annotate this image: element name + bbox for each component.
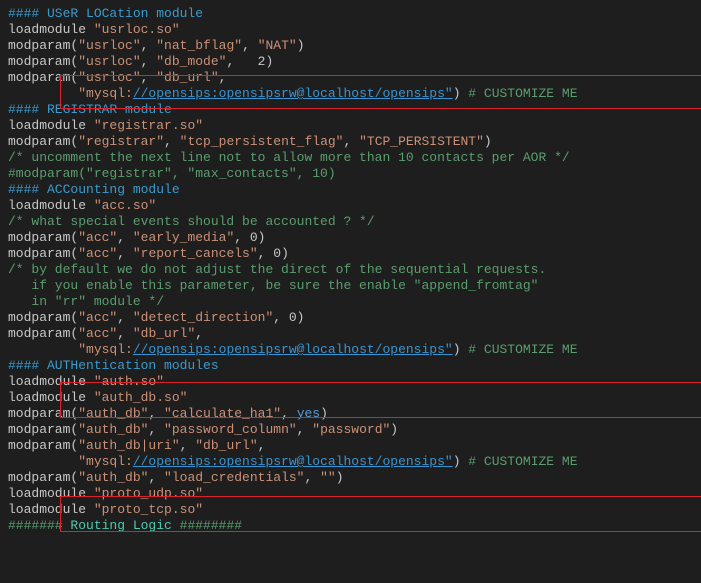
comment-line: /* by default we do not adjust the direc…	[8, 262, 693, 278]
code-line: modparam("acc", "early_media", 0)	[8, 230, 693, 246]
code-line: loadmodule "usrloc.so"	[8, 22, 693, 38]
code-line-highlighted: "mysql://opensips:opensipsrw@localhost/o…	[8, 454, 693, 470]
code-line: modparam("usrloc", "db_url",	[8, 70, 693, 86]
code-block: #### USeR LOCation module loadmodule "us…	[8, 6, 693, 534]
comment-line: if you enable this parameter, be sure th…	[8, 278, 693, 294]
code-line: modparam("acc", "detect_direction", 0)	[8, 310, 693, 326]
comment-line: in "rr" module */	[8, 294, 693, 310]
code-line: loadmodule "auth_db.so"	[8, 390, 693, 406]
comment-line: /* what special events should be account…	[8, 214, 693, 230]
code-line: loadmodule "proto_udp.so"	[8, 486, 693, 502]
code-line: loadmodule "proto_tcp.so"	[8, 502, 693, 518]
code-line-highlighted: "mysql://opensips:opensipsrw@localhost/o…	[8, 342, 693, 358]
code-line: modparam("auth_db", "password_column", "…	[8, 422, 693, 438]
code-line: modparam("auth_db", "load_credentials", …	[8, 470, 693, 486]
code-line: modparam("usrloc", "db_mode", 2)	[8, 54, 693, 70]
section-header-auth: #### AUTHentication modules	[8, 358, 693, 374]
comment-line: /* uncomment the next line not to allow …	[8, 150, 693, 166]
code-line: modparam("auth_db|uri", "db_url",	[8, 438, 693, 454]
code-line: loadmodule "auth.so"	[8, 374, 693, 390]
comment-line: #modparam("registrar", "max_contacts", 1…	[8, 166, 693, 182]
code-line: modparam("acc", "report_cancels", 0)	[8, 246, 693, 262]
code-line: loadmodule "acc.so"	[8, 198, 693, 214]
section-header-usrloc: #### USeR LOCation module	[8, 6, 693, 22]
code-line: modparam("auth_db", "calculate_ha1", yes…	[8, 406, 693, 422]
code-line: loadmodule "registrar.so"	[8, 118, 693, 134]
code-line: modparam("registrar", "tcp_persistent_fl…	[8, 134, 693, 150]
section-header-routing: ####### Routing Logic ########	[8, 518, 693, 534]
code-line-highlighted: "mysql://opensips:opensipsrw@localhost/o…	[8, 86, 693, 102]
section-header-registrar: #### REGISTRAR module	[8, 102, 693, 118]
code-line: modparam("acc", "db_url",	[8, 326, 693, 342]
section-header-acc: #### ACCounting module	[8, 182, 693, 198]
code-line: modparam("usrloc", "nat_bflag", "NAT")	[8, 38, 693, 54]
